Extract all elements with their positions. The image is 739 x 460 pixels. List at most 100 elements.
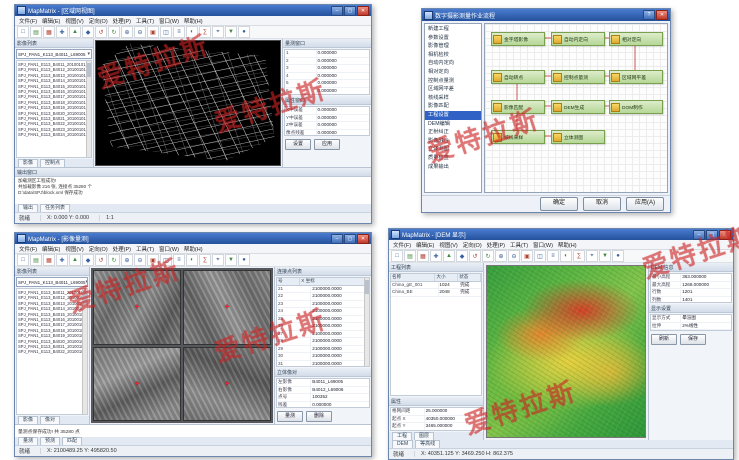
workflow-step[interactable]: 相对定向 [425, 68, 481, 77]
toolbar-icon[interactable]: ↺ [95, 254, 107, 266]
toolbar-icon[interactable]: ⊕ [121, 254, 133, 266]
workflow-step[interactable]: 新建工程 [425, 25, 481, 34]
toolbar-icon[interactable]: ▲ [69, 254, 81, 266]
toolbar-icon[interactable]: ◆ [82, 254, 94, 266]
tab-output[interactable]: 输出 [18, 204, 38, 212]
tab-images[interactable]: 影像 [18, 416, 38, 424]
workflow-step[interactable]: 质量检查 [425, 154, 481, 163]
table-row[interactable]: 222100000.0000 [277, 293, 369, 301]
toolbar-icon[interactable]: ▤ [404, 250, 416, 262]
toolbar-icon[interactable]: □ [17, 254, 29, 266]
menu-item[interactable]: 窗口(W) [533, 241, 553, 249]
dialog-titlebar[interactable]: 数字摄影测量作业流程 ? ✕ [422, 9, 670, 21]
table-row[interactable]: 312100000.0000 [277, 361, 369, 368]
tab-dem[interactable]: DEM [392, 440, 413, 448]
flow-node[interactable]: 控制点量测 [551, 70, 605, 84]
toolbar-icon[interactable]: ◐ [186, 26, 198, 38]
menu-item[interactable]: 视图(V) [65, 245, 83, 253]
table-row[interactable]: 60.000000 [285, 88, 369, 96]
toolbar-icon[interactable]: ▦ [43, 254, 55, 266]
minimize-button[interactable]: – [331, 6, 343, 16]
menu-item[interactable]: 工具(T) [510, 241, 528, 249]
toolbar-icon[interactable]: ⊖ [134, 254, 146, 266]
image-combo[interactable]: SPJ_PAN1_K113_B4011_L69005 ▾ [16, 49, 92, 59]
table-row[interactable]: China_gE_001 1024 完成 [391, 282, 481, 290]
image-viewer-4[interactable]: + [183, 347, 271, 422]
tie-point-table[interactable]: 号 X 坐标 212100000.0000 222100000.0000 232… [276, 277, 370, 367]
output-log[interactable]: 加载测区工程成功!共加载影像 216 张, 连接点 35280 个D:\data… [15, 177, 371, 204]
workflow-step[interactable]: 成果输出 [425, 163, 481, 172]
maximize-button[interactable]: ▢ [344, 6, 356, 16]
tab-match[interactable]: 匹配 [62, 437, 82, 445]
list-item[interactable]: SPJ_PAN1_E113_B4019_20100101_L69013_P1 [18, 105, 90, 110]
toolbar-icon[interactable]: ▦ [417, 250, 429, 262]
image-viewer-1[interactable]: + [93, 270, 181, 345]
tab-control-points[interactable]: 控制点 [40, 159, 65, 167]
toolbar-icon[interactable]: ∑ [573, 250, 585, 262]
flow-node[interactable]: 自动转点 [491, 70, 545, 84]
tab-tasks[interactable]: 任务列表 [40, 204, 70, 212]
scrollbar[interactable] [86, 61, 91, 157]
toolbar-icon[interactable]: ◫ [160, 26, 172, 38]
toolbar-icon[interactable]: ∑ [199, 254, 211, 266]
flow-node[interactable]: 影像匹配 [491, 100, 545, 114]
maximize-button[interactable]: ▢ [706, 230, 718, 240]
flow-node[interactable]: 相对定向 [609, 32, 663, 46]
workflow-step[interactable]: 正射纠正 [425, 128, 481, 137]
table-row[interactable]: 262100000.0000 [277, 323, 369, 331]
toolbar-icon[interactable]: ▤ [30, 26, 42, 38]
list-item[interactable]: SPJ_PAN1_E113_B4019_20100101_L69013_P1 [18, 333, 86, 338]
menu-item[interactable]: 编辑(E) [42, 245, 60, 253]
workflow-step[interactable]: 控制点量测 [425, 77, 481, 86]
tab-measure[interactable]: 量测 [18, 437, 38, 445]
minimize-button[interactable]: – [693, 230, 705, 240]
table-row[interactable]: 50.000000 [285, 80, 369, 88]
table-row[interactable]: 10.000000 [285, 50, 369, 58]
workflow-canvas[interactable]: 金字塔影像 自动内定向 相对定向 自动转点 控制点量测 区域网平差 影像匹配 D… [484, 23, 668, 193]
table-body[interactable]: China_gE_001 1024 完成 China_BE 2048 完成 [391, 282, 481, 297]
menu-item[interactable]: 定向(O) [89, 17, 108, 25]
menu-item[interactable]: 处理(P) [113, 17, 131, 25]
menu-item[interactable]: 文件(F) [19, 17, 37, 25]
menu-item[interactable]: 工具(T) [136, 17, 154, 25]
workflow-step[interactable]: 影像匹配 [425, 102, 481, 111]
toolbar-icon[interactable]: □ [391, 250, 403, 262]
table-row[interactable]: 292100000.0000 [277, 346, 369, 354]
toolbar-icon[interactable]: ◆ [82, 26, 94, 38]
table-row[interactable]: 30.000000 [285, 65, 369, 73]
toolbar-icon[interactable]: ≡ [547, 250, 559, 262]
table-row[interactable]: 20.000000 [285, 58, 369, 66]
menu-item[interactable]: 处理(P) [487, 241, 505, 249]
workflow-step[interactable]: 影像融合 [425, 137, 481, 146]
close-button[interactable]: ✕ [357, 234, 369, 244]
table-row[interactable]: 212100000.0000 [277, 286, 369, 294]
toolbar-icon[interactable]: ● [238, 254, 250, 266]
toolbar-icon[interactable]: ▼ [225, 26, 237, 38]
table-row[interactable]: 282100000.0000 [277, 338, 369, 346]
apply-button[interactable]: 应用(A) [626, 197, 664, 211]
menu-item[interactable]: 文件(F) [393, 241, 411, 249]
toolbar-icon[interactable]: ⊖ [134, 26, 146, 38]
list-item[interactable]: SPJ_PAN1_E113_B4024_20100101_L69018_P1 [18, 132, 90, 137]
workflow-step[interactable]: 影像管理 [425, 42, 481, 51]
workflow-step[interactable]: 区域网平差 [425, 85, 481, 94]
toolbar-icon[interactable]: ▲ [69, 26, 81, 38]
tab-images[interactable]: 影像 [18, 159, 38, 167]
flow-node[interactable]: 金字塔影像 [491, 32, 545, 46]
titlebar[interactable]: MapMatrix - [区域网视图] – ▢ ✕ [15, 5, 371, 16]
delete-button[interactable]: 删除 [306, 411, 332, 422]
save-button[interactable]: 保存 [680, 334, 706, 345]
settings-button[interactable]: 设置 [285, 139, 311, 150]
scrollbar[interactable] [82, 289, 87, 414]
list-item[interactable]: SPJ_PAN1_E113_B4014_20100101_L69008_P1 [18, 306, 86, 311]
image-file-list[interactable]: SPJ_PAN1_E113_B4011_20100101_L69005_P1SP… [16, 288, 88, 415]
workflow-step[interactable]: 参数设置 [425, 34, 481, 43]
toolbar-icon[interactable]: ✚ [56, 254, 68, 266]
measure-grid[interactable]: 10.000000 20.000000 30.000000 40.000000 … [284, 49, 370, 95]
toolbar-icon[interactable]: ▲ [443, 250, 455, 262]
refresh-button[interactable]: 刷新 [651, 334, 677, 345]
menu-item[interactable]: 视图(V) [439, 241, 457, 249]
titlebar[interactable]: MapMatrix - [影像量测] – ▢ ✕ [15, 233, 371, 244]
toolbar-icon[interactable]: ▼ [599, 250, 611, 262]
toolbar-icon[interactable]: ∑ [199, 26, 211, 38]
